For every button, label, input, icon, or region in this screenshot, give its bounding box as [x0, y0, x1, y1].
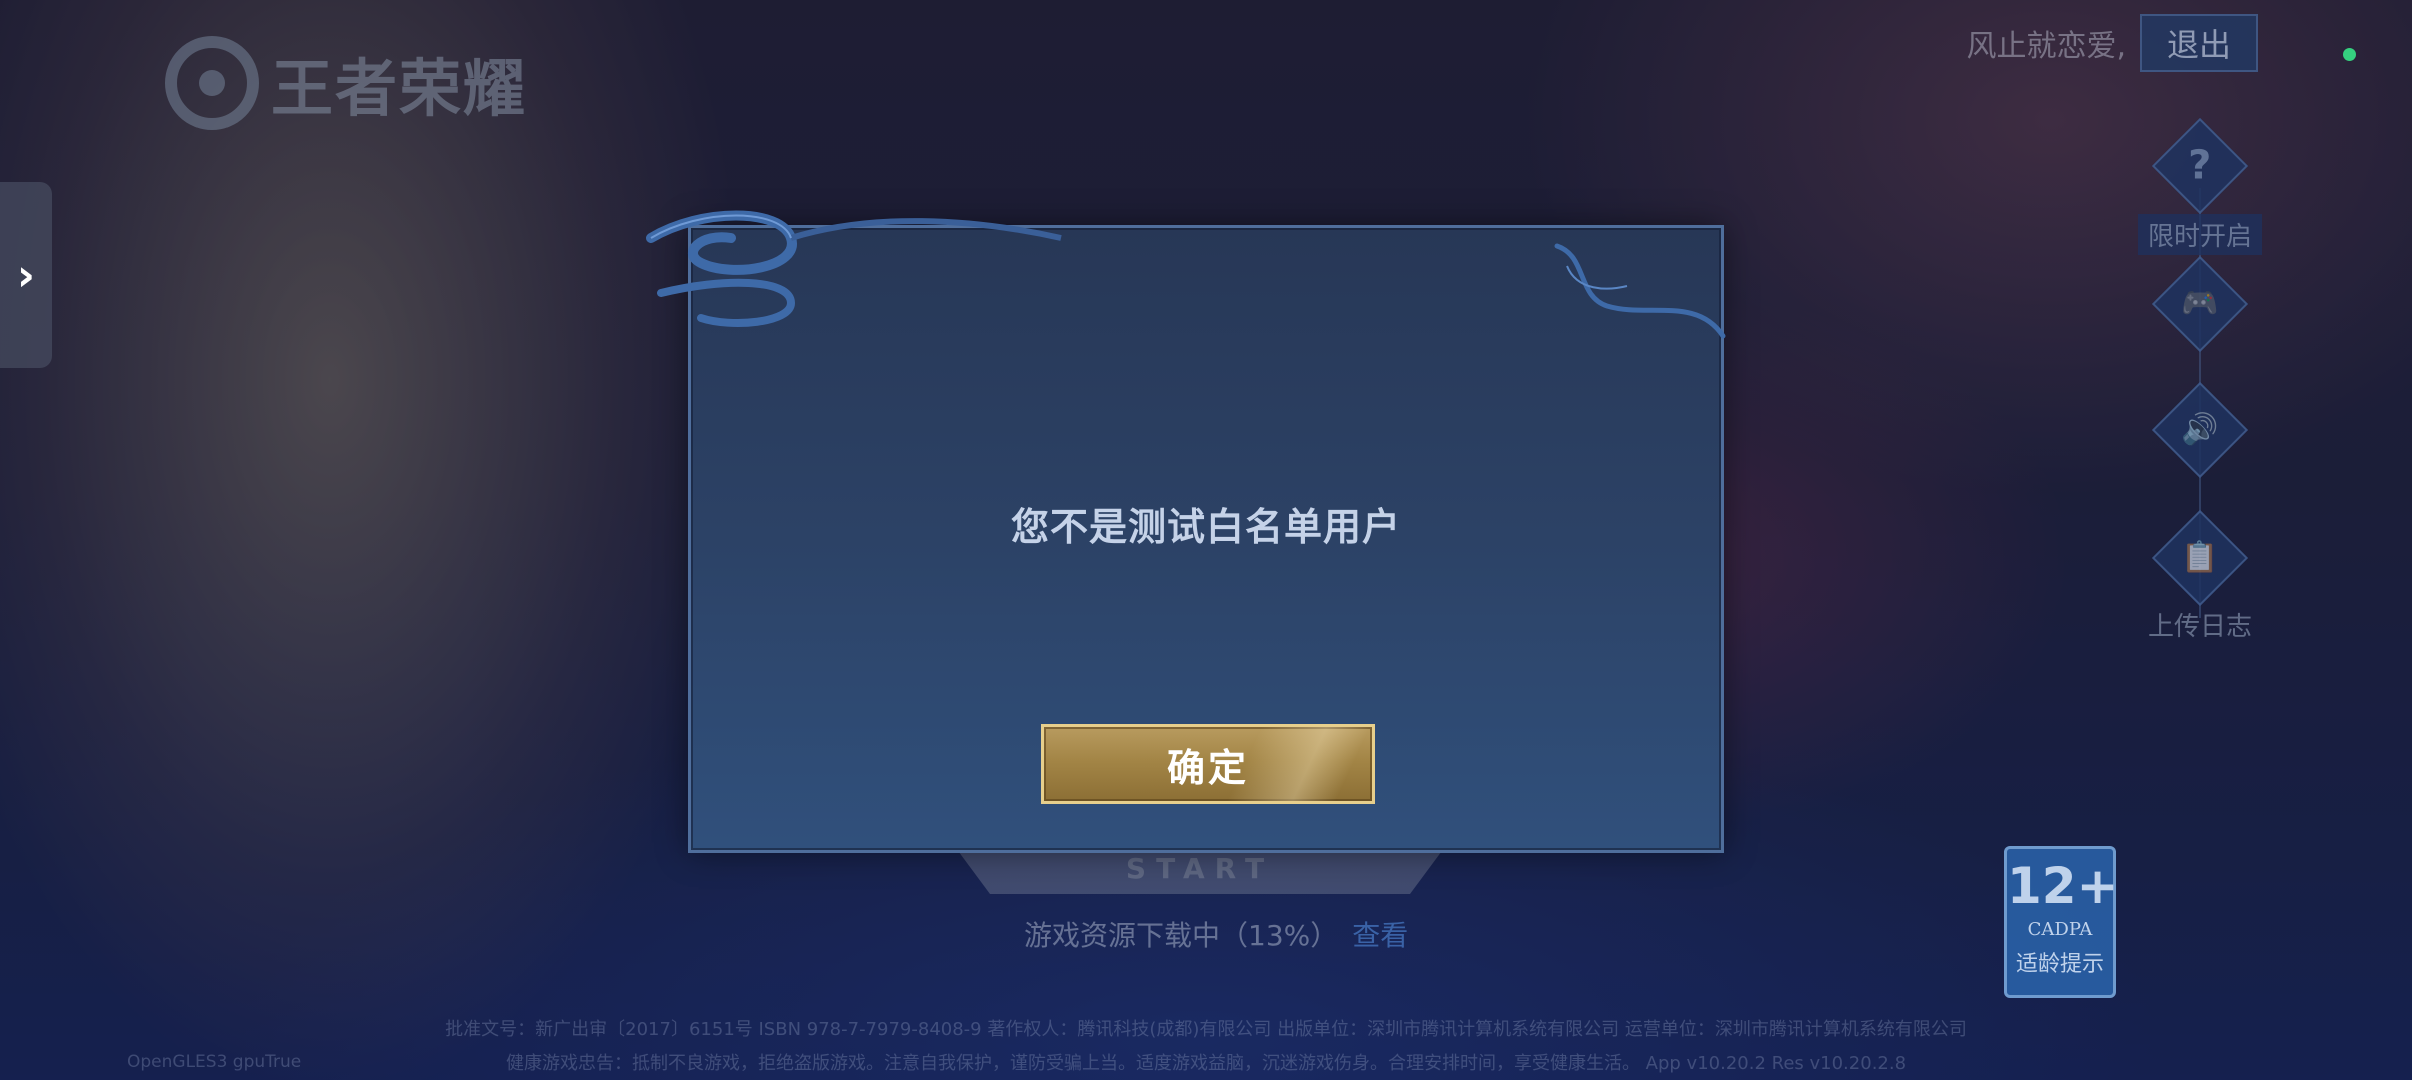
dialog-message: 您不是测试白名单用户 — [1010, 505, 1401, 549]
footer-license-text: 批准文号：新广出审〔2017〕6151号 ISBN 978-7-7979-840… — [445, 1019, 1967, 1040]
game-logo: 王者荣耀 — [165, 36, 527, 130]
start-button-label: START — [1125, 852, 1275, 885]
limited-time-button[interactable]: ? 限时开启 — [2138, 117, 2263, 255]
chevron-right-icon: › — [16, 249, 36, 301]
gamepad-button[interactable]: 🎮 — [2138, 255, 2262, 353]
confirm-button[interactable]: 确定 — [1041, 724, 1375, 804]
user-greeting: 风止就恋爱, — [1966, 29, 2126, 64]
upload-log-button[interactable]: 📋 上传日志 — [2138, 509, 2262, 643]
speaker-icon: 🔊 — [2151, 381, 2249, 479]
help-icon: ? — [2151, 117, 2249, 215]
age-rating-tip: 适龄提示 — [2015, 952, 2104, 977]
confirm-button-label: 确定 — [1166, 745, 1249, 790]
sound-toggle-button[interactable]: 🔊 — [2138, 381, 2262, 479]
age-rating-org: CADPA — [2027, 919, 2093, 940]
limited-time-label: 限时开启 — [2138, 214, 2263, 255]
cloud-ornament-left — [646, 210, 1062, 327]
logo-text: 王者荣耀 — [271, 52, 528, 125]
network-status-dot — [2343, 48, 2356, 61]
download-status: 游戏资源下载中（13%） 查看 — [1024, 914, 1408, 954]
footer-health-text: 健康游戏忠告：抵制不良游戏，拒绝盗版游戏。注意自我保护，谨防受骗上当。适度游戏益… — [505, 1053, 1907, 1074]
age-rating-number: 12+ — [2007, 857, 2119, 915]
alert-dialog: 您不是测试白名单用户 确定 — [646, 210, 1726, 853]
logo-icon — [165, 36, 259, 130]
gamepad-icon: 🎮 — [2151, 255, 2249, 353]
logout-button[interactable]: 退出 — [2140, 14, 2258, 72]
view-download-link[interactable]: 查看 — [1352, 914, 1408, 954]
cloud-ornament-right — [1554, 243, 1726, 339]
account-bar: 风止就恋爱, 退出 — [1966, 14, 2258, 72]
renderer-info: OpenGLES3 gpuTrue — [127, 1052, 302, 1072]
age-rating-badge[interactable]: 12+ CADPA 适龄提示 — [2004, 846, 2119, 998]
upload-log-label: 上传日志 — [2147, 612, 2252, 642]
clipboard-icon: 📋 — [2151, 509, 2249, 607]
side-drawer-toggle[interactable]: › — [0, 182, 52, 368]
download-progress-text: 游戏资源下载中（13%） — [1024, 919, 1339, 952]
